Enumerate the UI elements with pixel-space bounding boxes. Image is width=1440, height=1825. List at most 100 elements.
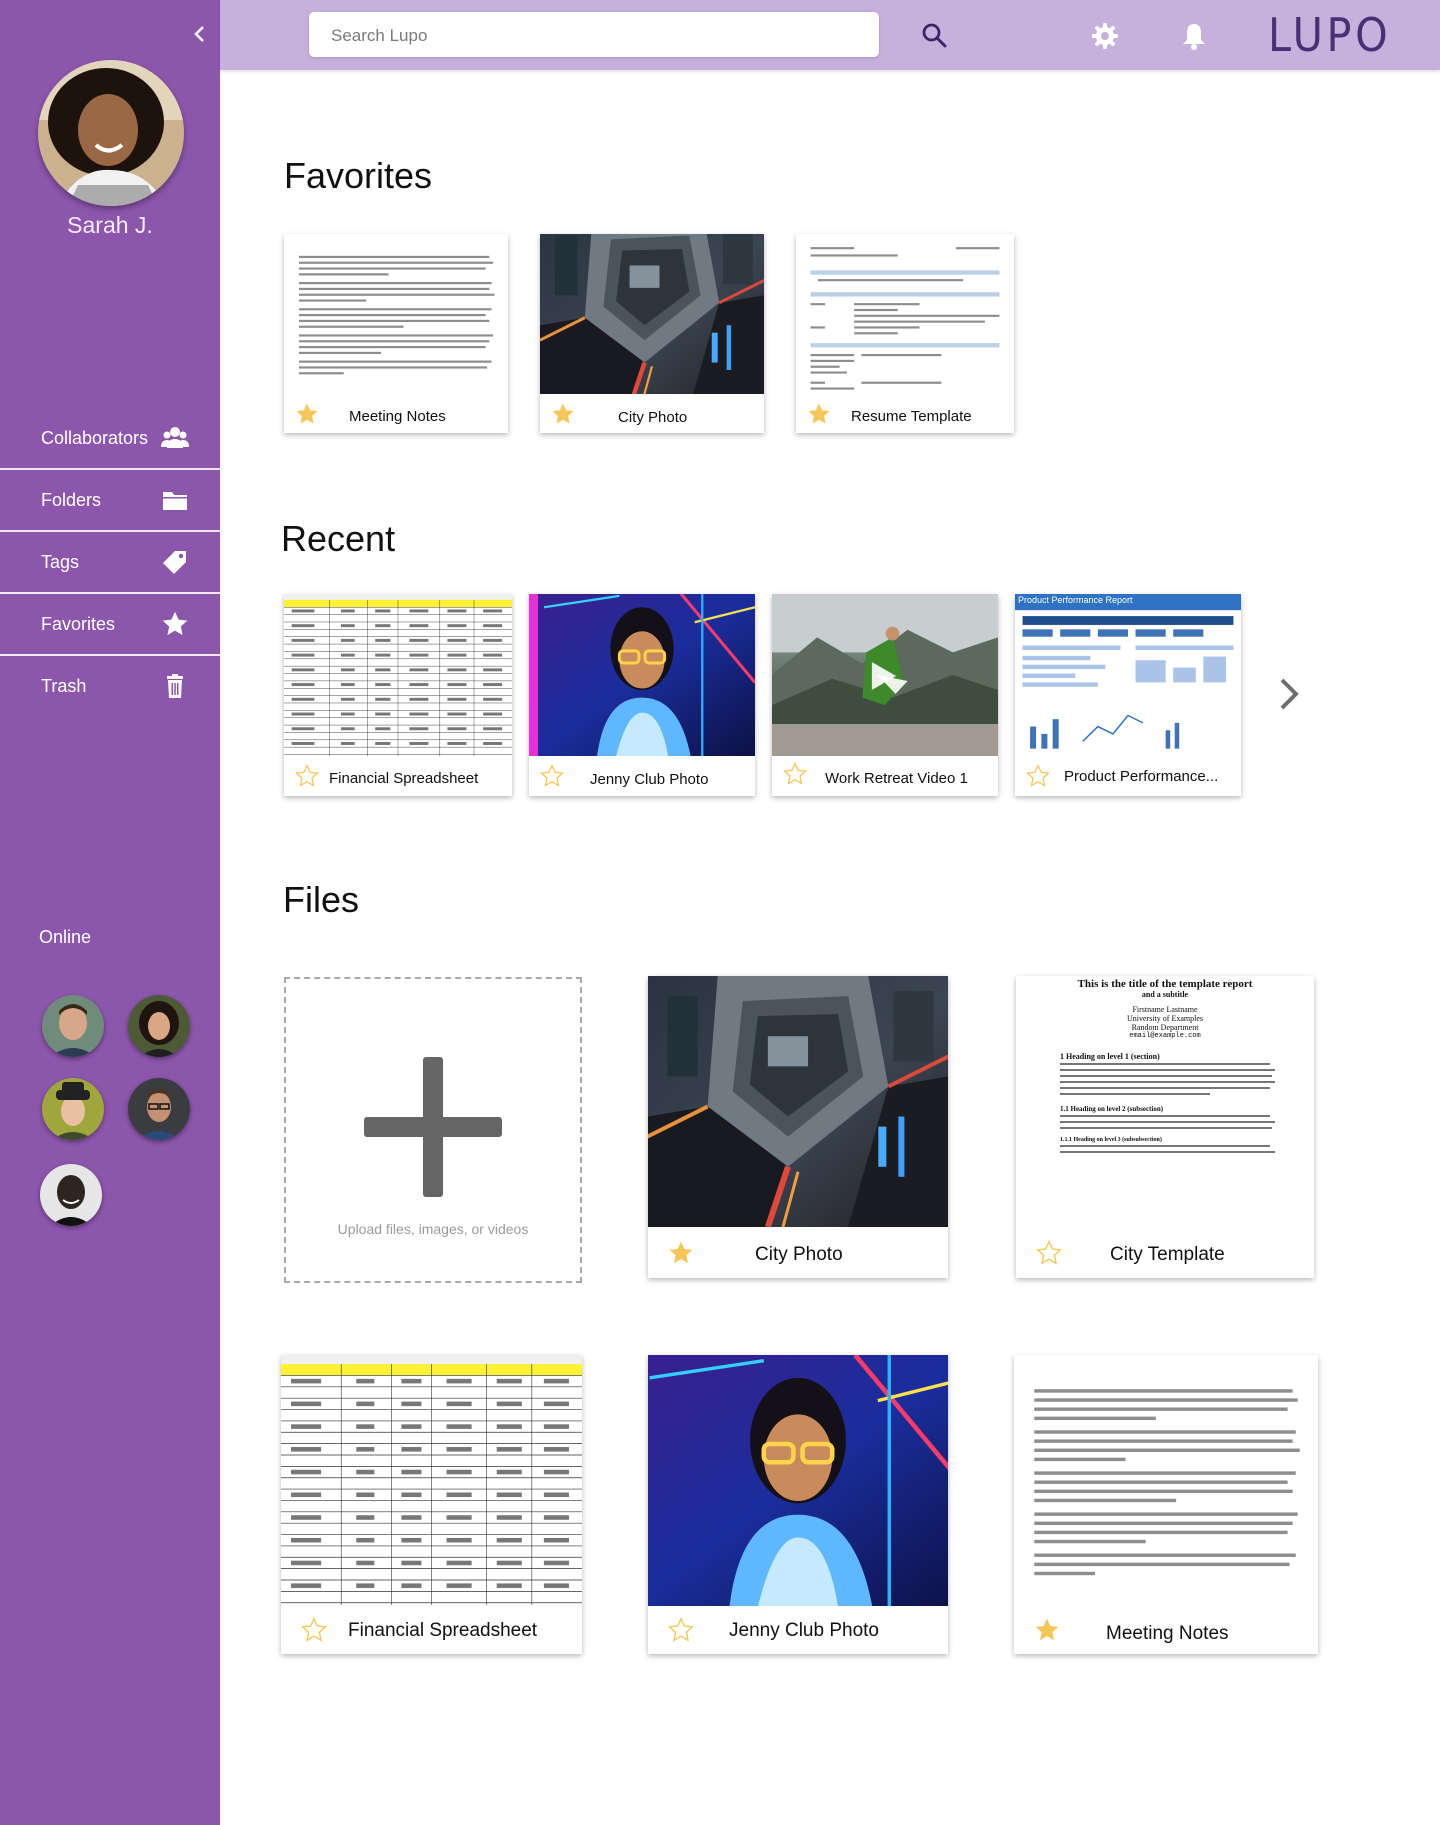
file-card-city-template[interactable]: This is the title of the template report… — [1016, 976, 1314, 1278]
card-title: City Photo — [755, 1244, 843, 1265]
photo-thumbnail — [529, 594, 755, 756]
favorite-card-city-photo[interactable]: City Photo — [540, 234, 764, 433]
online-user-avatar[interactable] — [128, 995, 190, 1057]
recent-heading: Recent — [281, 518, 396, 559]
search-input[interactable] — [329, 12, 833, 59]
star-outline-icon[interactable] — [295, 764, 319, 788]
sidebar: Sarah J. Collaborators Folders Tags Favo… — [0, 0, 220, 1825]
star-outline-icon[interactable] — [1026, 764, 1050, 788]
document-thumbnail — [1014, 1355, 1318, 1606]
star-outline-icon[interactable] — [1036, 1240, 1062, 1266]
template-heading-2: 1.1 Heading on level 2 (subsection) — [1060, 1105, 1164, 1113]
template-body-lines — [1060, 1063, 1275, 1095]
gear-icon[interactable] — [1091, 22, 1119, 50]
sidebar-item-label: Collaborators — [41, 427, 149, 448]
users-icon — [161, 427, 189, 448]
online-user-avatar[interactable] — [128, 1078, 190, 1140]
document-thumbnail: This is the title of the template report… — [1016, 976, 1314, 1227]
sidebar-item-label: Folders — [41, 489, 102, 510]
tag-icon — [163, 551, 186, 574]
play-icon[interactable] — [870, 660, 898, 692]
favorites-heading: Favorites — [284, 155, 433, 196]
star-outline-icon[interactable] — [783, 762, 807, 786]
document-thumbnail — [284, 234, 508, 394]
trash-icon — [167, 674, 183, 698]
report-thumbnail: Product Performance Report — [1015, 594, 1241, 756]
recent-card-financial-spreadsheet[interactable]: Financial Spreadsheet — [284, 594, 512, 796]
star-icon — [162, 611, 188, 636]
sidebar-item-tags[interactable]: Tags — [0, 532, 220, 594]
lupo-logo[interactable]: LUPO — [1268, 8, 1391, 62]
file-card-financial-spreadsheet[interactable]: Financial Spreadsheet — [281, 1355, 582, 1654]
star-outline-icon[interactable] — [668, 1617, 694, 1643]
chevron-right-icon[interactable] — [1275, 674, 1303, 714]
template-report-subtitle: and a subtitle — [1141, 990, 1189, 999]
sidebar-item-favorites[interactable]: Favorites — [0, 594, 220, 656]
card-title: Financial Spreadsheet — [348, 1620, 538, 1641]
template-report-department: Random Department — [1131, 1023, 1199, 1032]
folder-icon — [163, 492, 187, 510]
search-bar — [309, 12, 947, 59]
card-title: City Photo — [618, 409, 688, 426]
upload-dropzone[interactable]: Upload files, images, or videos — [284, 977, 582, 1283]
star-outline-icon[interactable] — [540, 764, 564, 788]
star-filled-icon[interactable] — [1034, 1617, 1060, 1643]
template-body-lines — [1060, 1145, 1275, 1153]
card-title: Meeting Notes — [349, 408, 446, 425]
card-title: Jenny Club Photo — [729, 1620, 879, 1641]
template-body-lines — [1060, 1115, 1275, 1129]
file-card-jenny-club-photo[interactable]: Jenny Club Photo — [648, 1355, 948, 1654]
online-user-avatar[interactable] — [40, 1164, 102, 1226]
favorite-card-meeting-notes[interactable]: Meeting Notes — [284, 234, 508, 433]
card-title: Jenny Club Photo — [590, 771, 709, 788]
collapse-sidebar-icon[interactable] — [190, 22, 210, 46]
plus-icon[interactable] — [364, 1057, 502, 1197]
card-title: Resume Template — [851, 408, 972, 425]
sidebar-item-trash[interactable]: Trash — [0, 656, 220, 716]
sidebar-item-collaborators[interactable]: Collaborators — [0, 408, 220, 470]
online-user-avatar[interactable] — [42, 1078, 104, 1140]
sidebar-item-label: Tags — [41, 551, 80, 572]
recent-card-product-performance[interactable]: Product Performance Report Product Perfo… — [1015, 594, 1241, 796]
username: Sarah J. — [67, 212, 153, 238]
template-heading-1: 1 Heading on level 1 (section) — [1060, 1052, 1160, 1061]
report-header-text: Product Performance Report — [1018, 595, 1133, 605]
spreadsheet-thumbnail — [284, 594, 512, 756]
template-report-university: University of Examples — [1127, 1014, 1203, 1023]
file-card-city-photo[interactable]: City Photo — [648, 976, 948, 1278]
search-icon[interactable] — [921, 22, 947, 48]
photo-thumbnail — [540, 234, 764, 394]
upload-hint: Upload files, images, or videos — [337, 1221, 529, 1237]
card-title: City Template — [1110, 1244, 1225, 1265]
card-title: Work Retreat Video 1 — [825, 770, 968, 787]
star-filled-icon[interactable] — [295, 402, 319, 426]
photo-thumbnail — [648, 1355, 948, 1606]
template-report-email: email@example.com — [1129, 1032, 1201, 1040]
star-filled-icon[interactable] — [668, 1240, 694, 1266]
bell-icon[interactable] — [1181, 22, 1207, 50]
template-report-author: Firstname Lastname — [1132, 1005, 1198, 1014]
card-title: Product Performance... — [1064, 768, 1219, 785]
photo-thumbnail — [648, 976, 948, 1227]
sidebar-item-label: Trash — [41, 675, 87, 696]
star-filled-icon[interactable] — [551, 402, 575, 426]
sidebar-item-folders[interactable]: Folders — [0, 470, 220, 532]
recent-card-work-retreat-video[interactable]: Work Retreat Video 1 — [772, 594, 998, 796]
files-heading: Files — [283, 879, 360, 920]
template-report-title: This is the title of the template report — [1077, 978, 1253, 990]
star-outline-icon[interactable] — [301, 1617, 327, 1643]
star-filled-icon[interactable] — [807, 402, 831, 426]
spreadsheet-thumbnail — [281, 1355, 582, 1605]
topbar: LUPO — [220, 0, 1440, 70]
card-title: Meeting Notes — [1106, 1623, 1229, 1644]
profile-avatar[interactable] — [38, 60, 184, 206]
document-thumbnail — [796, 234, 1014, 394]
online-user-avatar[interactable] — [42, 995, 104, 1057]
sidebar-item-label: Favorites — [41, 613, 116, 634]
recent-card-jenny-club-photo[interactable]: Jenny Club Photo — [529, 594, 755, 796]
online-label: Online — [39, 927, 92, 947]
sidebar-nav: Collaborators Folders Tags Favorites Tra… — [0, 408, 220, 716]
card-title: Financial Spreadsheet — [329, 770, 479, 787]
favorite-card-resume-template[interactable]: Resume Template — [796, 234, 1014, 433]
file-card-meeting-notes[interactable]: Meeting Notes — [1014, 1355, 1318, 1654]
